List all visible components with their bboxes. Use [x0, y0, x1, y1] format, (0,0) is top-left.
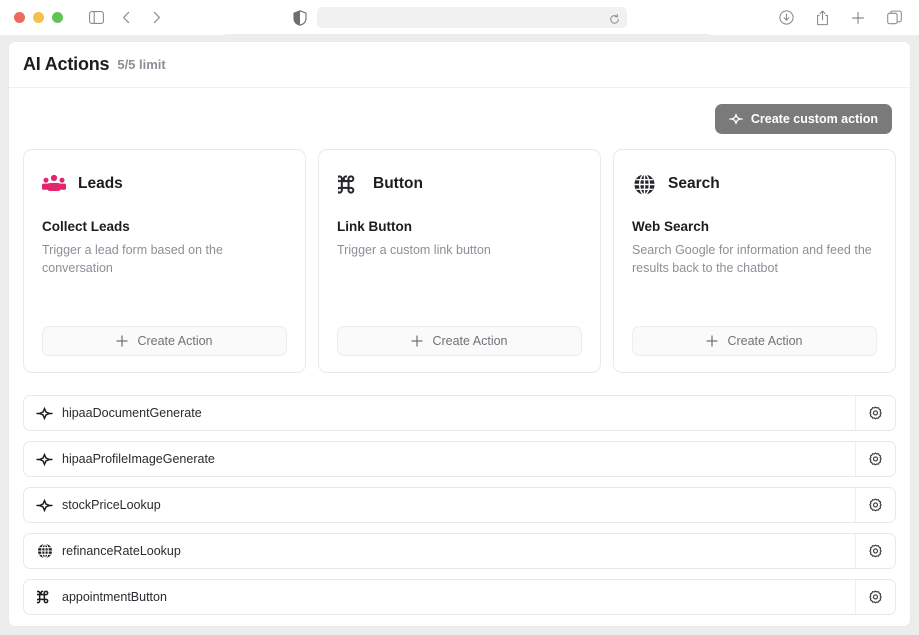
- gear-icon: [868, 406, 883, 421]
- sparkle-icon: [36, 497, 53, 514]
- toolbar-divider: [225, 34, 709, 35]
- plus-icon: [706, 335, 718, 347]
- card-header: Leads: [42, 172, 287, 196]
- plus-icon: [116, 335, 128, 347]
- globe-icon: [632, 172, 656, 196]
- command-icon: [36, 589, 53, 606]
- create-action-button-search[interactable]: Create Action: [632, 326, 877, 356]
- action-label: appointmentButton: [62, 590, 167, 604]
- create-action-button-leads[interactable]: Create Action: [42, 326, 287, 356]
- people-group-icon: [42, 172, 66, 196]
- browser-toolbar: [0, 0, 919, 35]
- action-label: hipaaDocumentGenerate: [62, 406, 202, 420]
- action-label: refinanceRateLookup: [62, 544, 181, 558]
- card-description: Trigger a lead form based on the convers…: [42, 241, 287, 277]
- card-leads: Leads Collect Leads Trigger a lead form …: [23, 149, 306, 373]
- shield-icon[interactable]: [293, 10, 307, 26]
- card-name: Link Button: [337, 219, 582, 234]
- card-description: Search Google for information and feed t…: [632, 241, 877, 277]
- action-row-appointment-button[interactable]: appointmentButton: [23, 579, 896, 615]
- action-settings-button[interactable]: [855, 488, 895, 522]
- gear-icon: [868, 544, 883, 559]
- content-panel: AI Actions 5/5 limit Create custom actio…: [8, 41, 911, 627]
- action-row-refinance-rate-lookup[interactable]: refinanceRateLookup: [23, 533, 896, 569]
- card-button: Button Link Button Trigger a custom link…: [318, 149, 601, 373]
- action-label: hipaaProfileImageGenerate: [62, 452, 215, 466]
- card-name: Collect Leads: [42, 219, 287, 234]
- gear-icon: [868, 498, 883, 513]
- sparkle-icon: [36, 451, 53, 468]
- gear-icon: [868, 452, 883, 467]
- create-action-label: Create Action: [137, 334, 212, 348]
- command-icon: [337, 172, 361, 196]
- action-row-stock-price-lookup[interactable]: stockPriceLookup: [23, 487, 896, 523]
- action-list: hipaaDocumentGenerate: [23, 395, 896, 615]
- page-title: AI Actions: [23, 54, 109, 75]
- action-settings-button[interactable]: [855, 442, 895, 476]
- gear-icon: [868, 590, 883, 605]
- address-bar-area: [0, 7, 919, 28]
- action-settings-button[interactable]: [855, 580, 895, 614]
- panel-body: Create custom action: [9, 88, 910, 615]
- card-category: Search: [668, 175, 720, 193]
- limit-badge: 5/5 limit: [117, 57, 165, 72]
- url-input[interactable]: [317, 7, 627, 28]
- create-custom-action-button[interactable]: Create custom action: [715, 104, 892, 134]
- reload-icon[interactable]: [609, 12, 620, 23]
- action-row-hipaa-document-generate[interactable]: hipaaDocumentGenerate: [23, 395, 896, 431]
- card-search: Search Web Search Search Google for info…: [613, 149, 896, 373]
- globe-icon: [36, 543, 53, 560]
- card-description: Trigger a custom link button: [337, 241, 582, 259]
- action-row-hipaa-profile-image-generate[interactable]: hipaaProfileImageGenerate: [23, 441, 896, 477]
- action-label: stockPriceLookup: [62, 498, 161, 512]
- action-type-cards: Leads Collect Leads Trigger a lead form …: [23, 149, 896, 373]
- card-header: Search: [632, 172, 877, 196]
- create-custom-action-label: Create custom action: [751, 112, 878, 126]
- sparkle-icon: [729, 112, 743, 126]
- action-settings-button[interactable]: [855, 396, 895, 430]
- panel-header: AI Actions 5/5 limit: [9, 42, 910, 88]
- create-action-button-link[interactable]: Create Action: [337, 326, 582, 356]
- page-background: AI Actions 5/5 limit Create custom actio…: [0, 35, 919, 635]
- toolbar-row: Create custom action: [23, 104, 896, 134]
- card-header: Button: [337, 172, 582, 196]
- action-settings-button[interactable]: [855, 534, 895, 568]
- sparkle-icon: [36, 405, 53, 422]
- card-category: Leads: [78, 175, 123, 193]
- create-action-label: Create Action: [432, 334, 507, 348]
- create-action-label: Create Action: [727, 334, 802, 348]
- plus-icon: [411, 335, 423, 347]
- card-category: Button: [373, 175, 423, 193]
- card-name: Web Search: [632, 219, 877, 234]
